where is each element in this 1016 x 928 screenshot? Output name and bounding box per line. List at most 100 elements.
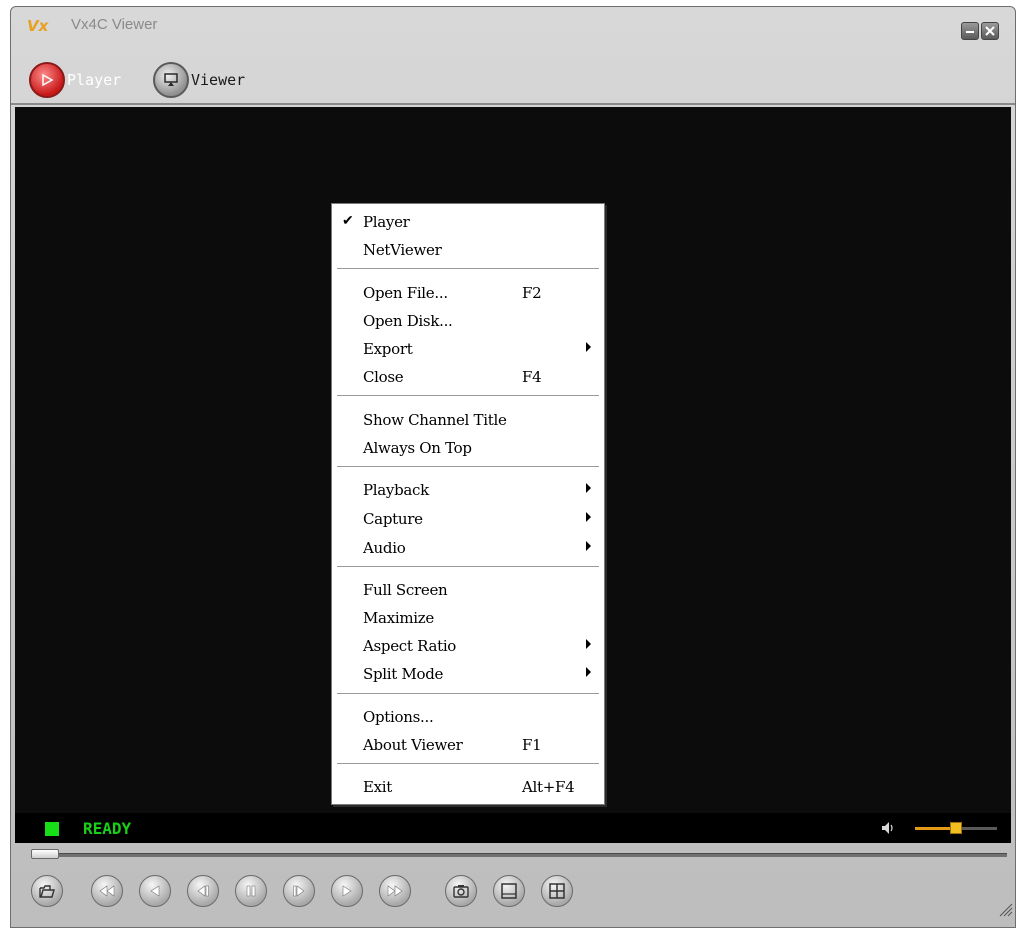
minimize-icon: [966, 31, 974, 33]
submenu-arrow-icon: [586, 512, 591, 522]
step-forward-icon: [293, 885, 305, 897]
seek-bar[interactable]: [31, 849, 1007, 859]
menu-item-open-disk[interactable]: Open Disk...: [332, 308, 604, 334]
open-file-button[interactable]: [31, 875, 63, 907]
title-bar[interactable]: Vx Vx4C Viewer: [11, 7, 1015, 47]
fast-rewind-button[interactable]: [91, 875, 123, 907]
menu-separator: [337, 268, 599, 270]
menu-item-label: Options...: [363, 708, 434, 726]
play-button[interactable]: [331, 875, 363, 907]
menu-item-label: Playback: [363, 481, 429, 499]
status-led-icon: [45, 822, 59, 836]
player-mode-label: Player: [67, 71, 122, 89]
menu-item-capture[interactable]: Capture: [332, 506, 604, 532]
menu-item-show-channel-title[interactable]: Show Channel Title: [332, 407, 604, 433]
menu-separator: [337, 566, 599, 568]
playback-controls: [11, 869, 1015, 919]
svg-text:Vx: Vx: [27, 17, 50, 34]
volume-thumb[interactable]: [950, 822, 962, 834]
quad-view-icon: [549, 883, 565, 899]
menu-item-label: NetViewer: [363, 241, 442, 259]
viewer-mode-label: Viewer: [191, 71, 246, 89]
menu-item-shortcut: Alt+F4: [522, 778, 575, 796]
menu-item-label: About Viewer: [363, 736, 463, 754]
window-title: Vx4C Viewer: [71, 16, 158, 33]
menu-item-shortcut: F4: [522, 368, 542, 386]
menu-item-netviewer[interactable]: NetViewer: [332, 237, 604, 263]
viewer-mode-button[interactable]: Viewer: [153, 62, 245, 98]
menu-item-open-file[interactable]: Open File... F2: [332, 280, 604, 306]
step-back-icon: [197, 885, 209, 897]
play-icon: [342, 885, 352, 897]
close-button[interactable]: [981, 22, 999, 40]
fast-forward-icon: [387, 885, 403, 897]
single-view-icon: [501, 883, 517, 899]
submenu-arrow-icon: [586, 639, 591, 649]
menu-separator: [337, 395, 599, 397]
menu-item-aspect-ratio[interactable]: Aspect Ratio: [332, 633, 604, 659]
submenu-arrow-icon: [586, 667, 591, 677]
menu-item-label: Audio: [363, 539, 406, 557]
menu-item-audio[interactable]: Audio: [332, 535, 604, 561]
menu-separator: [337, 693, 599, 695]
fast-forward-button[interactable]: [379, 875, 411, 907]
submenu-arrow-icon: [586, 342, 591, 352]
status-bar: READY: [15, 813, 1011, 843]
menu-item-label: Full Screen: [363, 581, 448, 599]
pause-button[interactable]: [235, 875, 267, 907]
menu-item-label: Always On Top: [363, 439, 472, 457]
menu-item-label: Capture: [363, 510, 423, 528]
pause-icon: [246, 885, 256, 897]
mode-bar: Player Viewer: [11, 55, 1015, 105]
quad-view-button[interactable]: [541, 875, 573, 907]
menu-item-label: Show Channel Title: [363, 411, 507, 429]
menu-item-player[interactable]: ✔ Player: [332, 209, 604, 235]
menu-item-exit[interactable]: Exit Alt+F4: [332, 774, 604, 800]
menu-item-maximize[interactable]: Maximize: [332, 605, 604, 631]
submenu-arrow-icon: [586, 483, 591, 493]
menu-item-label: Export: [363, 340, 413, 358]
rewind-button[interactable]: [139, 875, 171, 907]
rewind-icon: [150, 885, 160, 897]
context-menu: ✔ Player NetViewer Open File... F2 Open …: [331, 203, 605, 805]
submenu-arrow-icon: [586, 541, 591, 551]
menu-item-label: Close: [363, 368, 404, 386]
menu-item-label: Player: [363, 213, 410, 231]
check-icon: ✔: [342, 213, 354, 229]
menu-item-label: Aspect Ratio: [363, 637, 457, 655]
player-mode-button[interactable]: Player: [29, 62, 121, 98]
seek-thumb[interactable]: [31, 849, 59, 859]
minimize-button[interactable]: [961, 22, 979, 40]
menu-item-playback[interactable]: Playback: [332, 477, 604, 503]
close-icon: [985, 26, 995, 36]
monitor-icon: [153, 62, 189, 98]
single-view-button[interactable]: [493, 875, 525, 907]
folder-open-icon: [39, 885, 55, 898]
menu-item-shortcut: F2: [522, 284, 542, 302]
play-icon: [29, 62, 65, 98]
menu-item-shortcut: F1: [522, 736, 542, 754]
menu-item-options[interactable]: Options...: [332, 704, 604, 730]
app-logo-icon: Vx: [27, 17, 50, 34]
menu-separator: [337, 763, 599, 765]
menu-item-label: Exit: [363, 778, 393, 796]
menu-item-label: Open File...: [363, 284, 448, 302]
menu-item-about-viewer[interactable]: About Viewer F1: [332, 732, 604, 758]
menu-item-label: Open Disk...: [363, 312, 453, 330]
menu-item-close[interactable]: Close F4: [332, 364, 604, 390]
menu-item-label: Split Mode: [363, 665, 444, 683]
camera-icon: [453, 885, 469, 898]
menu-separator: [337, 466, 599, 468]
resize-grip-icon[interactable]: [995, 899, 1013, 917]
menu-item-full-screen[interactable]: Full Screen: [332, 577, 604, 603]
snapshot-button[interactable]: [445, 875, 477, 907]
menu-item-export[interactable]: Export: [332, 336, 604, 362]
menu-item-label: Maximize: [363, 609, 434, 627]
step-forward-button[interactable]: [283, 875, 315, 907]
menu-item-always-on-top[interactable]: Always On Top: [332, 435, 604, 461]
speaker-icon[interactable]: [881, 821, 895, 835]
volume-slider[interactable]: [915, 822, 997, 834]
status-text: READY: [83, 819, 132, 838]
step-back-button[interactable]: [187, 875, 219, 907]
menu-item-split-mode[interactable]: Split Mode: [332, 661, 604, 687]
